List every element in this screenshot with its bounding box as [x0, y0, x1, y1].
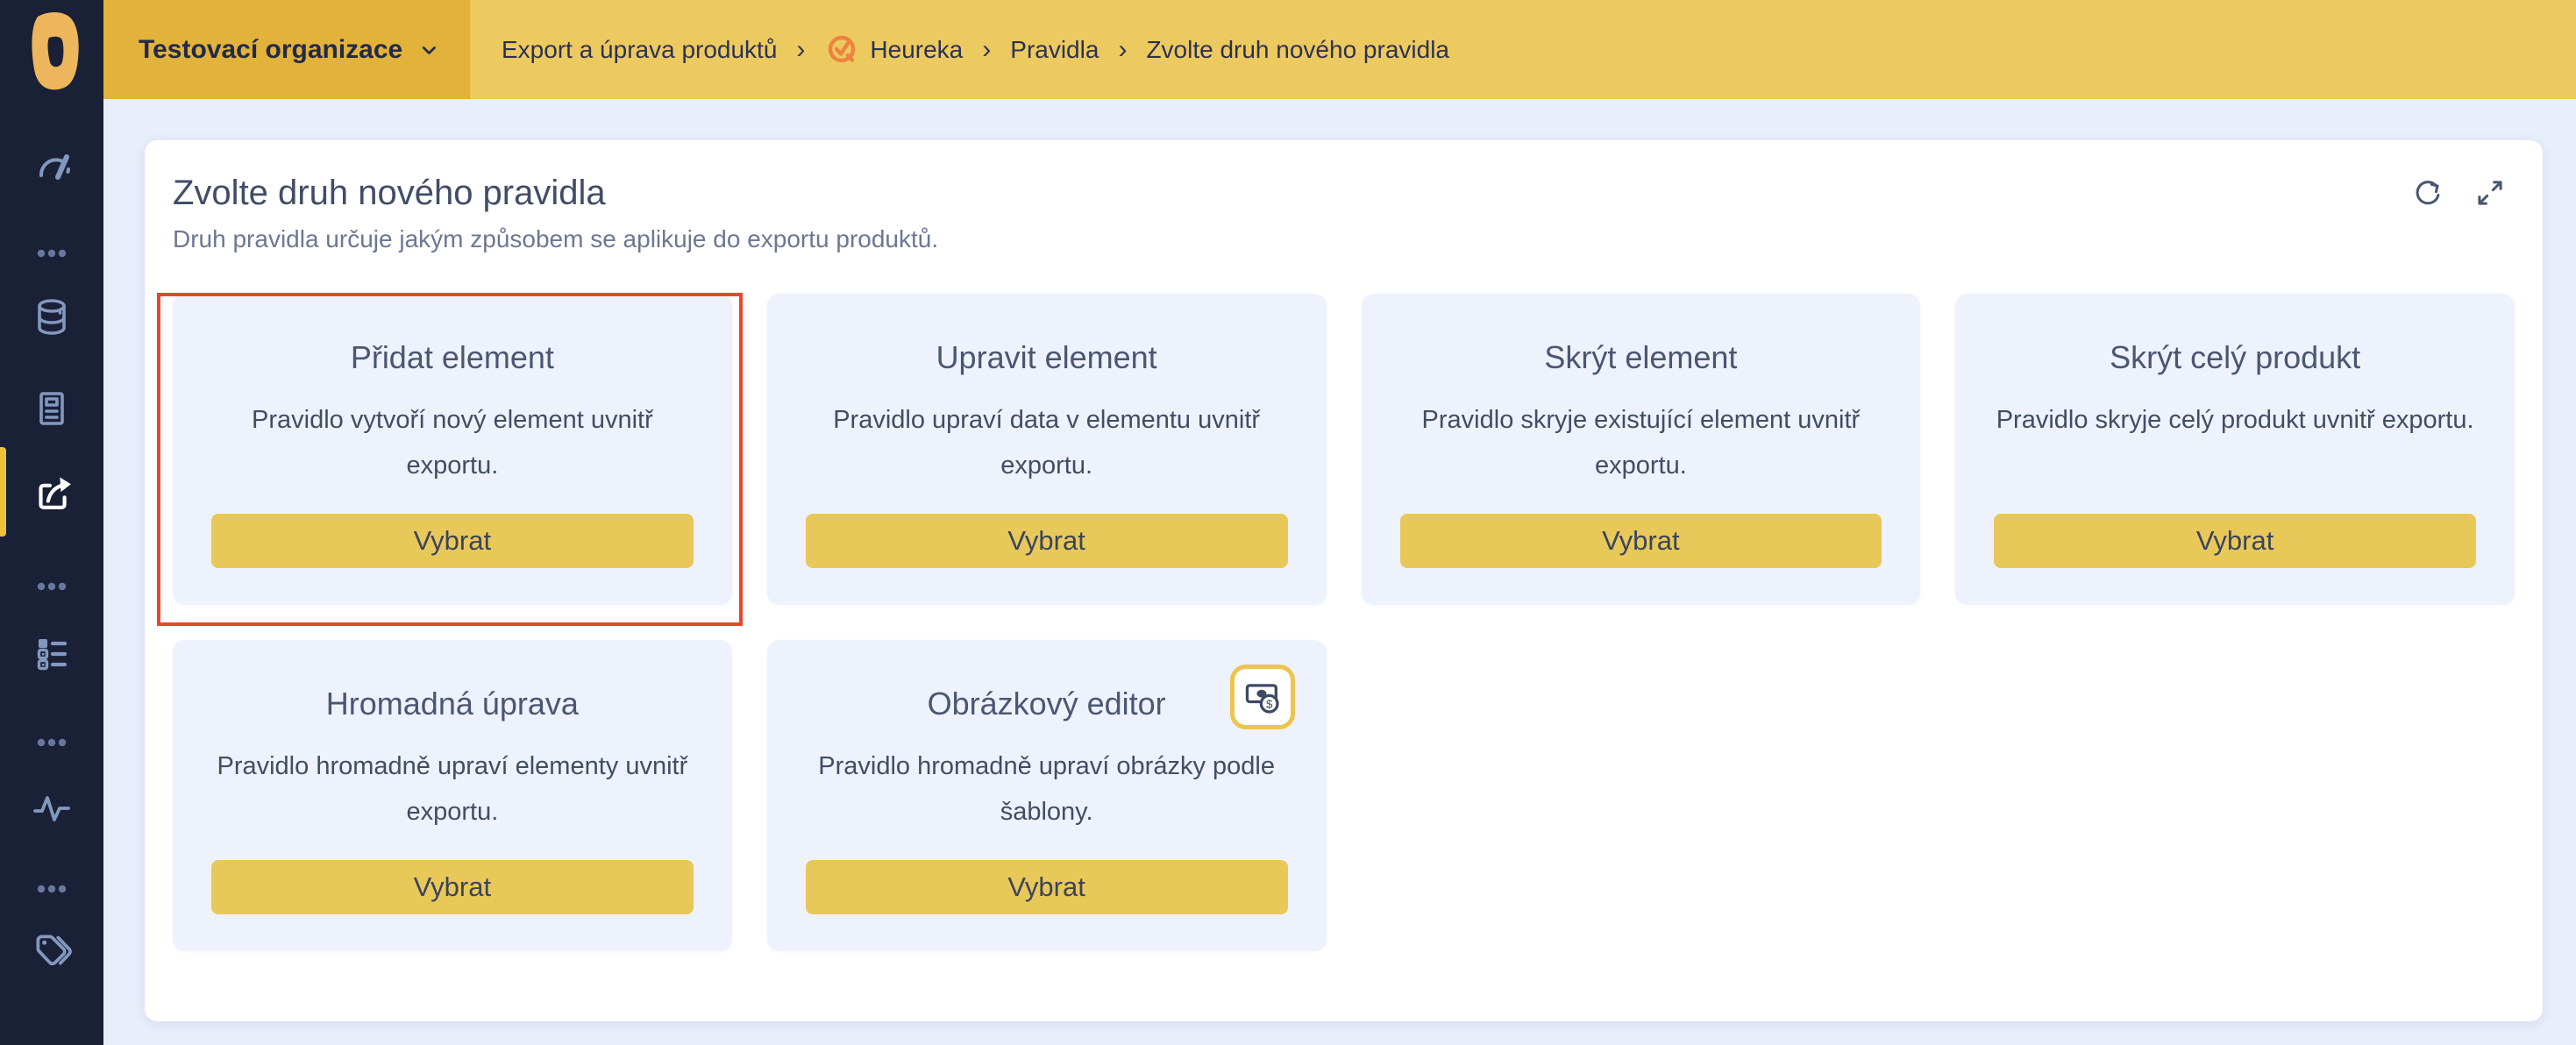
- breadcrumb-separator: ›: [982, 35, 991, 65]
- sidebar-item-more-2[interactable]: [0, 553, 103, 620]
- tile-title: Hromadná úprava: [211, 686, 694, 722]
- sidebar-item-rules[interactable]: [0, 620, 103, 686]
- breadcrumb-item-pravidla[interactable]: Pravidla: [1010, 36, 1099, 64]
- breadcrumb-item-export[interactable]: Export a úprava produktů: [502, 36, 777, 64]
- heureka-logo-icon: [824, 32, 859, 68]
- organization-name: Testovací organizace: [139, 35, 402, 65]
- rule-tile-pridat-element: Přidat element Pravidlo vytvoří nový ele…: [173, 294, 732, 605]
- tile-description: Pravidlo hromadně upraví elementy uvnitř…: [211, 743, 694, 835]
- dashboard-gauge-icon: [31, 142, 73, 184]
- tile-description: Pravidlo upraví data v elementu uvnitř e…: [806, 397, 1288, 488]
- tile-description: Pravidlo hromadně upraví obrázky podle š…: [806, 743, 1288, 835]
- select-button-obrazkovy-editor[interactable]: Vybrat: [806, 860, 1288, 914]
- tile-title: Skrýt celý produkt: [1994, 339, 2476, 376]
- sidebar-item-more-3[interactable]: [0, 709, 103, 776]
- more-ellipsis-icon: [31, 232, 73, 274]
- page-title: Zvolte druh nového pravidla: [173, 174, 2515, 213]
- breadcrumb-item-heureka[interactable]: Heureka: [870, 36, 963, 64]
- sidebar-item-dashboard[interactable]: [0, 130, 103, 196]
- more-ellipsis-icon: [31, 868, 73, 910]
- tile-title: Skrýt element: [1400, 339, 1882, 376]
- select-button-skryt-element[interactable]: Vybrat: [1400, 514, 1882, 568]
- rule-tile-hromadna-uprava: Hromadná úprava Pravidlo hromadně upraví…: [173, 640, 732, 951]
- sidebar-item-products[interactable]: [0, 375, 103, 442]
- topbar: Testovací organizace Export a úprava pro…: [103, 0, 2576, 99]
- app-root: { "topbar": { "organization": "Testovací…: [0, 0, 2576, 1045]
- mergado-logo-icon: [10, 4, 94, 96]
- chevron-down-icon: [418, 39, 440, 61]
- rule-tile-obrazkovy-editor: $ Obrázkový editor Pravidlo hromadně upr…: [767, 640, 1327, 951]
- money-banknote-icon: $: [1242, 677, 1283, 717]
- sidebar-item-tags[interactable]: [0, 916, 103, 983]
- tile-description: Pravidlo skryje existující element uvnit…: [1400, 397, 1882, 488]
- database-icon: [31, 296, 73, 338]
- sidebar-item-more-1[interactable]: [0, 220, 103, 287]
- app-logo[interactable]: [0, 0, 103, 99]
- sidebar-item-data[interactable]: [0, 284, 103, 351]
- expand-arrows-icon: [2473, 175, 2508, 210]
- page-subtitle: Druh pravidla určuje jakým způsobem se a…: [173, 225, 2515, 253]
- products-document-icon: [31, 387, 73, 430]
- sidebar-item-activity[interactable]: [0, 773, 103, 840]
- panel-header: Zvolte druh nového pravidla Druh pravidl…: [145, 140, 2543, 253]
- tile-title: Obrázkový editor: [806, 686, 1288, 722]
- rules-checklist-icon: [31, 632, 73, 674]
- panel-actions: [2409, 175, 2508, 210]
- refresh-button[interactable]: [2409, 175, 2444, 210]
- main-panel: Zvolte druh nového pravidla Druh pravidl…: [145, 140, 2543, 1021]
- more-ellipsis-icon: [31, 722, 73, 764]
- rule-type-grid: Přidat element Pravidlo vytvoří nový ele…: [173, 294, 2515, 951]
- tags-icon: [30, 928, 74, 971]
- expand-button[interactable]: [2473, 175, 2508, 210]
- organization-switcher[interactable]: Testovací organizace: [103, 0, 470, 99]
- rule-tile-skryt-cely-produkt: Skrýt celý produkt Pravidlo skryje celý …: [1955, 294, 2515, 605]
- sidebar: [0, 0, 103, 1045]
- select-button-hromadna-uprava[interactable]: Vybrat: [211, 860, 694, 914]
- breadcrumb-item-current: Zvolte druh nového pravidla: [1146, 36, 1449, 64]
- export-share-icon: [30, 467, 74, 511]
- rule-tile-upravit-element: Upravit element Pravidlo upraví data v e…: [767, 294, 1327, 605]
- refresh-icon: [2409, 175, 2444, 210]
- sidebar-item-export[interactable]: [0, 456, 103, 522]
- breadcrumb-separator: ›: [796, 35, 805, 65]
- more-ellipsis-icon: [31, 565, 73, 608]
- tile-title: Přidat element: [211, 339, 694, 376]
- tile-title: Upravit element: [806, 339, 1288, 376]
- activity-pulse-icon: [31, 786, 73, 828]
- select-button-upravit-element[interactable]: Vybrat: [806, 514, 1288, 568]
- tile-description: Pravidlo vytvoří nový element uvnitř exp…: [211, 397, 694, 488]
- rule-tile-skryt-element: Skrýt element Pravidlo skryje existující…: [1362, 294, 1921, 605]
- sidebar-item-more-4[interactable]: [0, 856, 103, 922]
- svg-text:$: $: [1266, 698, 1273, 711]
- tile-description: Pravidlo skryje celý produkt uvnitř expo…: [1994, 397, 2476, 443]
- paid-feature-badge: $: [1230, 665, 1295, 729]
- select-button-skryt-cely-produkt[interactable]: Vybrat: [1994, 514, 2476, 568]
- breadcrumb: Export a úprava produktů › Heureka › Pra…: [470, 0, 1449, 99]
- select-button-pridat-element[interactable]: Vybrat: [211, 514, 694, 568]
- breadcrumb-separator: ›: [1118, 35, 1127, 65]
